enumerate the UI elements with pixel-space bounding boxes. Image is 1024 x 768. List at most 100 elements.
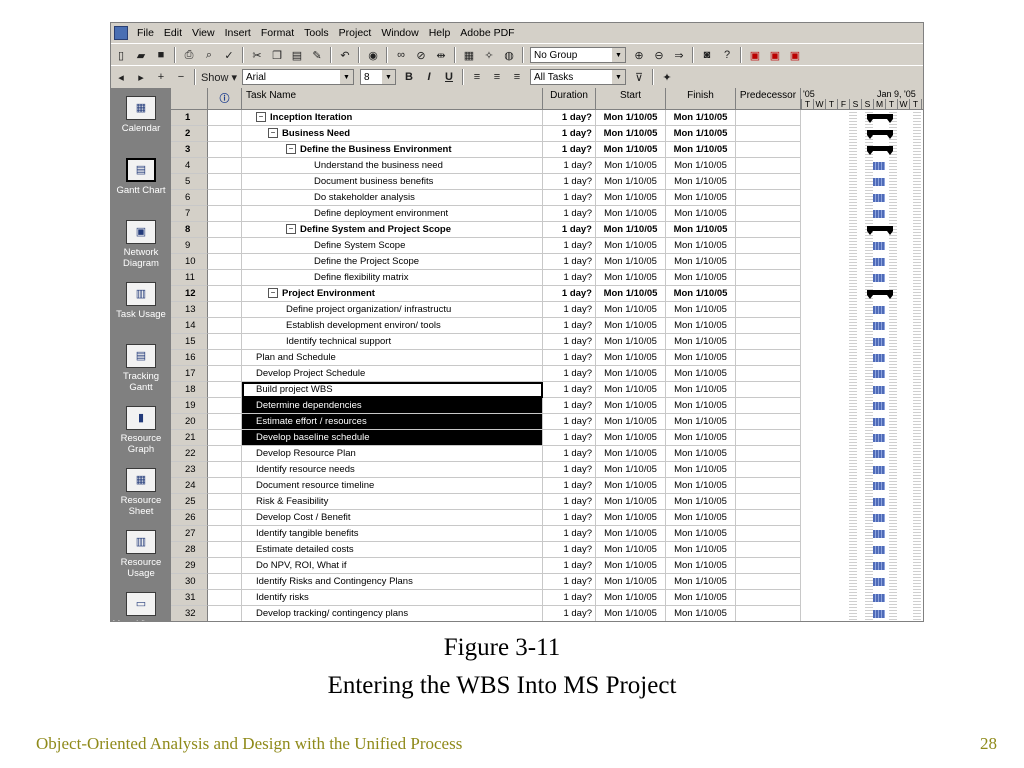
- predecessors-cell[interactable]: [736, 542, 801, 558]
- predecessors-cell[interactable]: [736, 334, 801, 350]
- task-bar[interactable]: [873, 178, 885, 186]
- task-name-cell[interactable]: Identify resource needs: [242, 462, 543, 478]
- task-name-cell[interactable]: Develop Cost / Benefit: [242, 510, 543, 526]
- collapse-toggle-icon[interactable]: −: [286, 144, 296, 155]
- start-cell[interactable]: Mon 1/10/05: [596, 190, 666, 206]
- table-row[interactable]: 27 Identify tangible benefits 1 day? Mon 1/…: [171, 526, 801, 542]
- start-cell[interactable]: Mon 1/10/05: [596, 526, 666, 542]
- row-id[interactable]: 8: [171, 222, 208, 238]
- menu-window[interactable]: Window: [376, 23, 423, 43]
- zoom-in-icon[interactable]: ⊕: [630, 46, 648, 64]
- row-indicators[interactable]: [208, 510, 242, 526]
- row-indicators[interactable]: [208, 190, 242, 206]
- duration-cell[interactable]: 1 day?: [543, 334, 596, 350]
- row-id[interactable]: 5: [171, 174, 208, 190]
- row-id[interactable]: 4: [171, 158, 208, 174]
- row-indicators[interactable]: [208, 334, 242, 350]
- start-cell[interactable]: Mon 1/10/05: [596, 542, 666, 558]
- task-information-icon[interactable]: ▦: [460, 46, 478, 64]
- row-indicators[interactable]: [208, 478, 242, 494]
- task-name-cell[interactable]: Define the Project Scope: [242, 254, 543, 270]
- duration-cell[interactable]: 1 day?: [543, 350, 596, 366]
- start-cell[interactable]: Mon 1/10/05: [596, 590, 666, 606]
- start-cell[interactable]: Mon 1/10/05: [596, 126, 666, 142]
- task-bar[interactable]: [873, 322, 885, 330]
- task-name-cell[interactable]: Do NPV, ROI, What if: [242, 558, 543, 574]
- row-id[interactable]: 21: [171, 430, 208, 446]
- finish-cell[interactable]: Mon 1/10/05: [666, 446, 736, 462]
- task-bar[interactable]: [873, 370, 885, 378]
- finish-cell[interactable]: Mon 1/10/05: [666, 206, 736, 222]
- task-name-cell[interactable]: Estimate effort / resources: [242, 414, 543, 430]
- view-gantt-chart[interactable]: ▤ Gantt Chart: [111, 158, 171, 196]
- convert-to-pdf-icon[interactable]: ▣: [746, 46, 764, 64]
- row-indicators[interactable]: [208, 222, 242, 238]
- predecessors-column-header[interactable]: Predecessor: [736, 88, 801, 110]
- duration-cell[interactable]: 1 day?: [543, 478, 596, 494]
- start-column-header[interactable]: Start: [596, 88, 666, 110]
- new-file-icon[interactable]: ▯: [112, 46, 130, 64]
- table-row[interactable]: 8− Define System and Project Scope 1 day? M…: [171, 222, 801, 238]
- row-id[interactable]: 26: [171, 510, 208, 526]
- menu-format[interactable]: Format: [256, 23, 299, 43]
- table-row[interactable]: 9 Define System Scope 1 day? Mon 1/10/05 Mon…: [171, 238, 801, 254]
- group-by-combo[interactable]: No Group ▼: [530, 47, 626, 63]
- save-icon[interactable]: ■: [152, 46, 170, 64]
- task-name-cell[interactable]: Define System Scope: [242, 238, 543, 254]
- row-id[interactable]: 28: [171, 542, 208, 558]
- predecessors-cell[interactable]: [736, 270, 801, 286]
- summary-bar[interactable]: [867, 114, 893, 123]
- cut-icon[interactable]: ✂: [248, 46, 266, 64]
- spelling-icon[interactable]: ✓: [220, 46, 238, 64]
- task-bar[interactable]: [873, 354, 885, 362]
- format-painter-icon[interactable]: ✎: [308, 46, 326, 64]
- task-bar[interactable]: [873, 498, 885, 506]
- predecessors-cell[interactable]: [736, 206, 801, 222]
- predecessors-cell[interactable]: [736, 606, 801, 621]
- row-id[interactable]: 1: [171, 110, 208, 126]
- duration-cell[interactable]: 1 day?: [543, 366, 596, 382]
- finish-cell[interactable]: Mon 1/10/05: [666, 494, 736, 510]
- row-id[interactable]: 7: [171, 206, 208, 222]
- duration-cell[interactable]: 1 day?: [543, 222, 596, 238]
- task-bar[interactable]: [873, 258, 885, 266]
- table-row[interactable]: 23 Identify resource needs 1 day? Mon 1/10/…: [171, 462, 801, 478]
- row-indicators[interactable]: [208, 302, 242, 318]
- duration-cell[interactable]: 1 day?: [543, 174, 596, 190]
- show-outline-button[interactable]: Show ▾: [200, 68, 238, 86]
- start-cell[interactable]: Mon 1/10/05: [596, 494, 666, 510]
- view-task-usage[interactable]: ▥ Task Usage: [111, 282, 171, 320]
- indicators-column-header[interactable]: ⓘ: [208, 88, 242, 110]
- finish-cell[interactable]: Mon 1/10/05: [666, 270, 736, 286]
- start-cell[interactable]: Mon 1/10/05: [596, 318, 666, 334]
- row-id[interactable]: 12: [171, 286, 208, 302]
- duration-cell[interactable]: 1 day?: [543, 238, 596, 254]
- duration-cell[interactable]: 1 day?: [543, 606, 596, 621]
- row-indicators[interactable]: [208, 238, 242, 254]
- row-id[interactable]: 15: [171, 334, 208, 350]
- duration-cell[interactable]: 1 day?: [543, 510, 596, 526]
- start-cell[interactable]: Mon 1/10/05: [596, 574, 666, 590]
- select-all-corner[interactable]: [171, 88, 208, 110]
- table-row[interactable]: 29 Do NPV, ROI, What if 1 day? Mon 1/10/05 M…: [171, 558, 801, 574]
- duration-cell[interactable]: 1 day?: [543, 398, 596, 414]
- collapse-toggle-icon[interactable]: −: [268, 288, 278, 299]
- task-bar[interactable]: [873, 402, 885, 410]
- predecessors-cell[interactable]: [736, 126, 801, 142]
- start-cell[interactable]: Mon 1/10/05: [596, 558, 666, 574]
- table-row[interactable]: 15 Identify technical support 1 day? Mon 1/…: [171, 334, 801, 350]
- assign-resources-icon[interactable]: ◍: [500, 46, 518, 64]
- summary-bar[interactable]: [867, 130, 893, 139]
- row-indicators[interactable]: [208, 558, 242, 574]
- duration-cell[interactable]: 1 day?: [543, 110, 596, 126]
- table-row[interactable]: 12− Project Environment 1 day? Mon 1/10/05 M…: [171, 286, 801, 302]
- table-row[interactable]: 11 Define flexibility matrix 1 day? Mon 1/1…: [171, 270, 801, 286]
- menu-view[interactable]: View: [187, 23, 220, 43]
- task-bar[interactable]: [873, 482, 885, 490]
- finish-cell[interactable]: Mon 1/10/05: [666, 158, 736, 174]
- task-bar[interactable]: [873, 514, 885, 522]
- row-indicators[interactable]: [208, 350, 242, 366]
- start-cell[interactable]: Mon 1/10/05: [596, 398, 666, 414]
- duration-cell[interactable]: 1 day?: [543, 318, 596, 334]
- print-preview-icon[interactable]: ⌕: [200, 46, 218, 64]
